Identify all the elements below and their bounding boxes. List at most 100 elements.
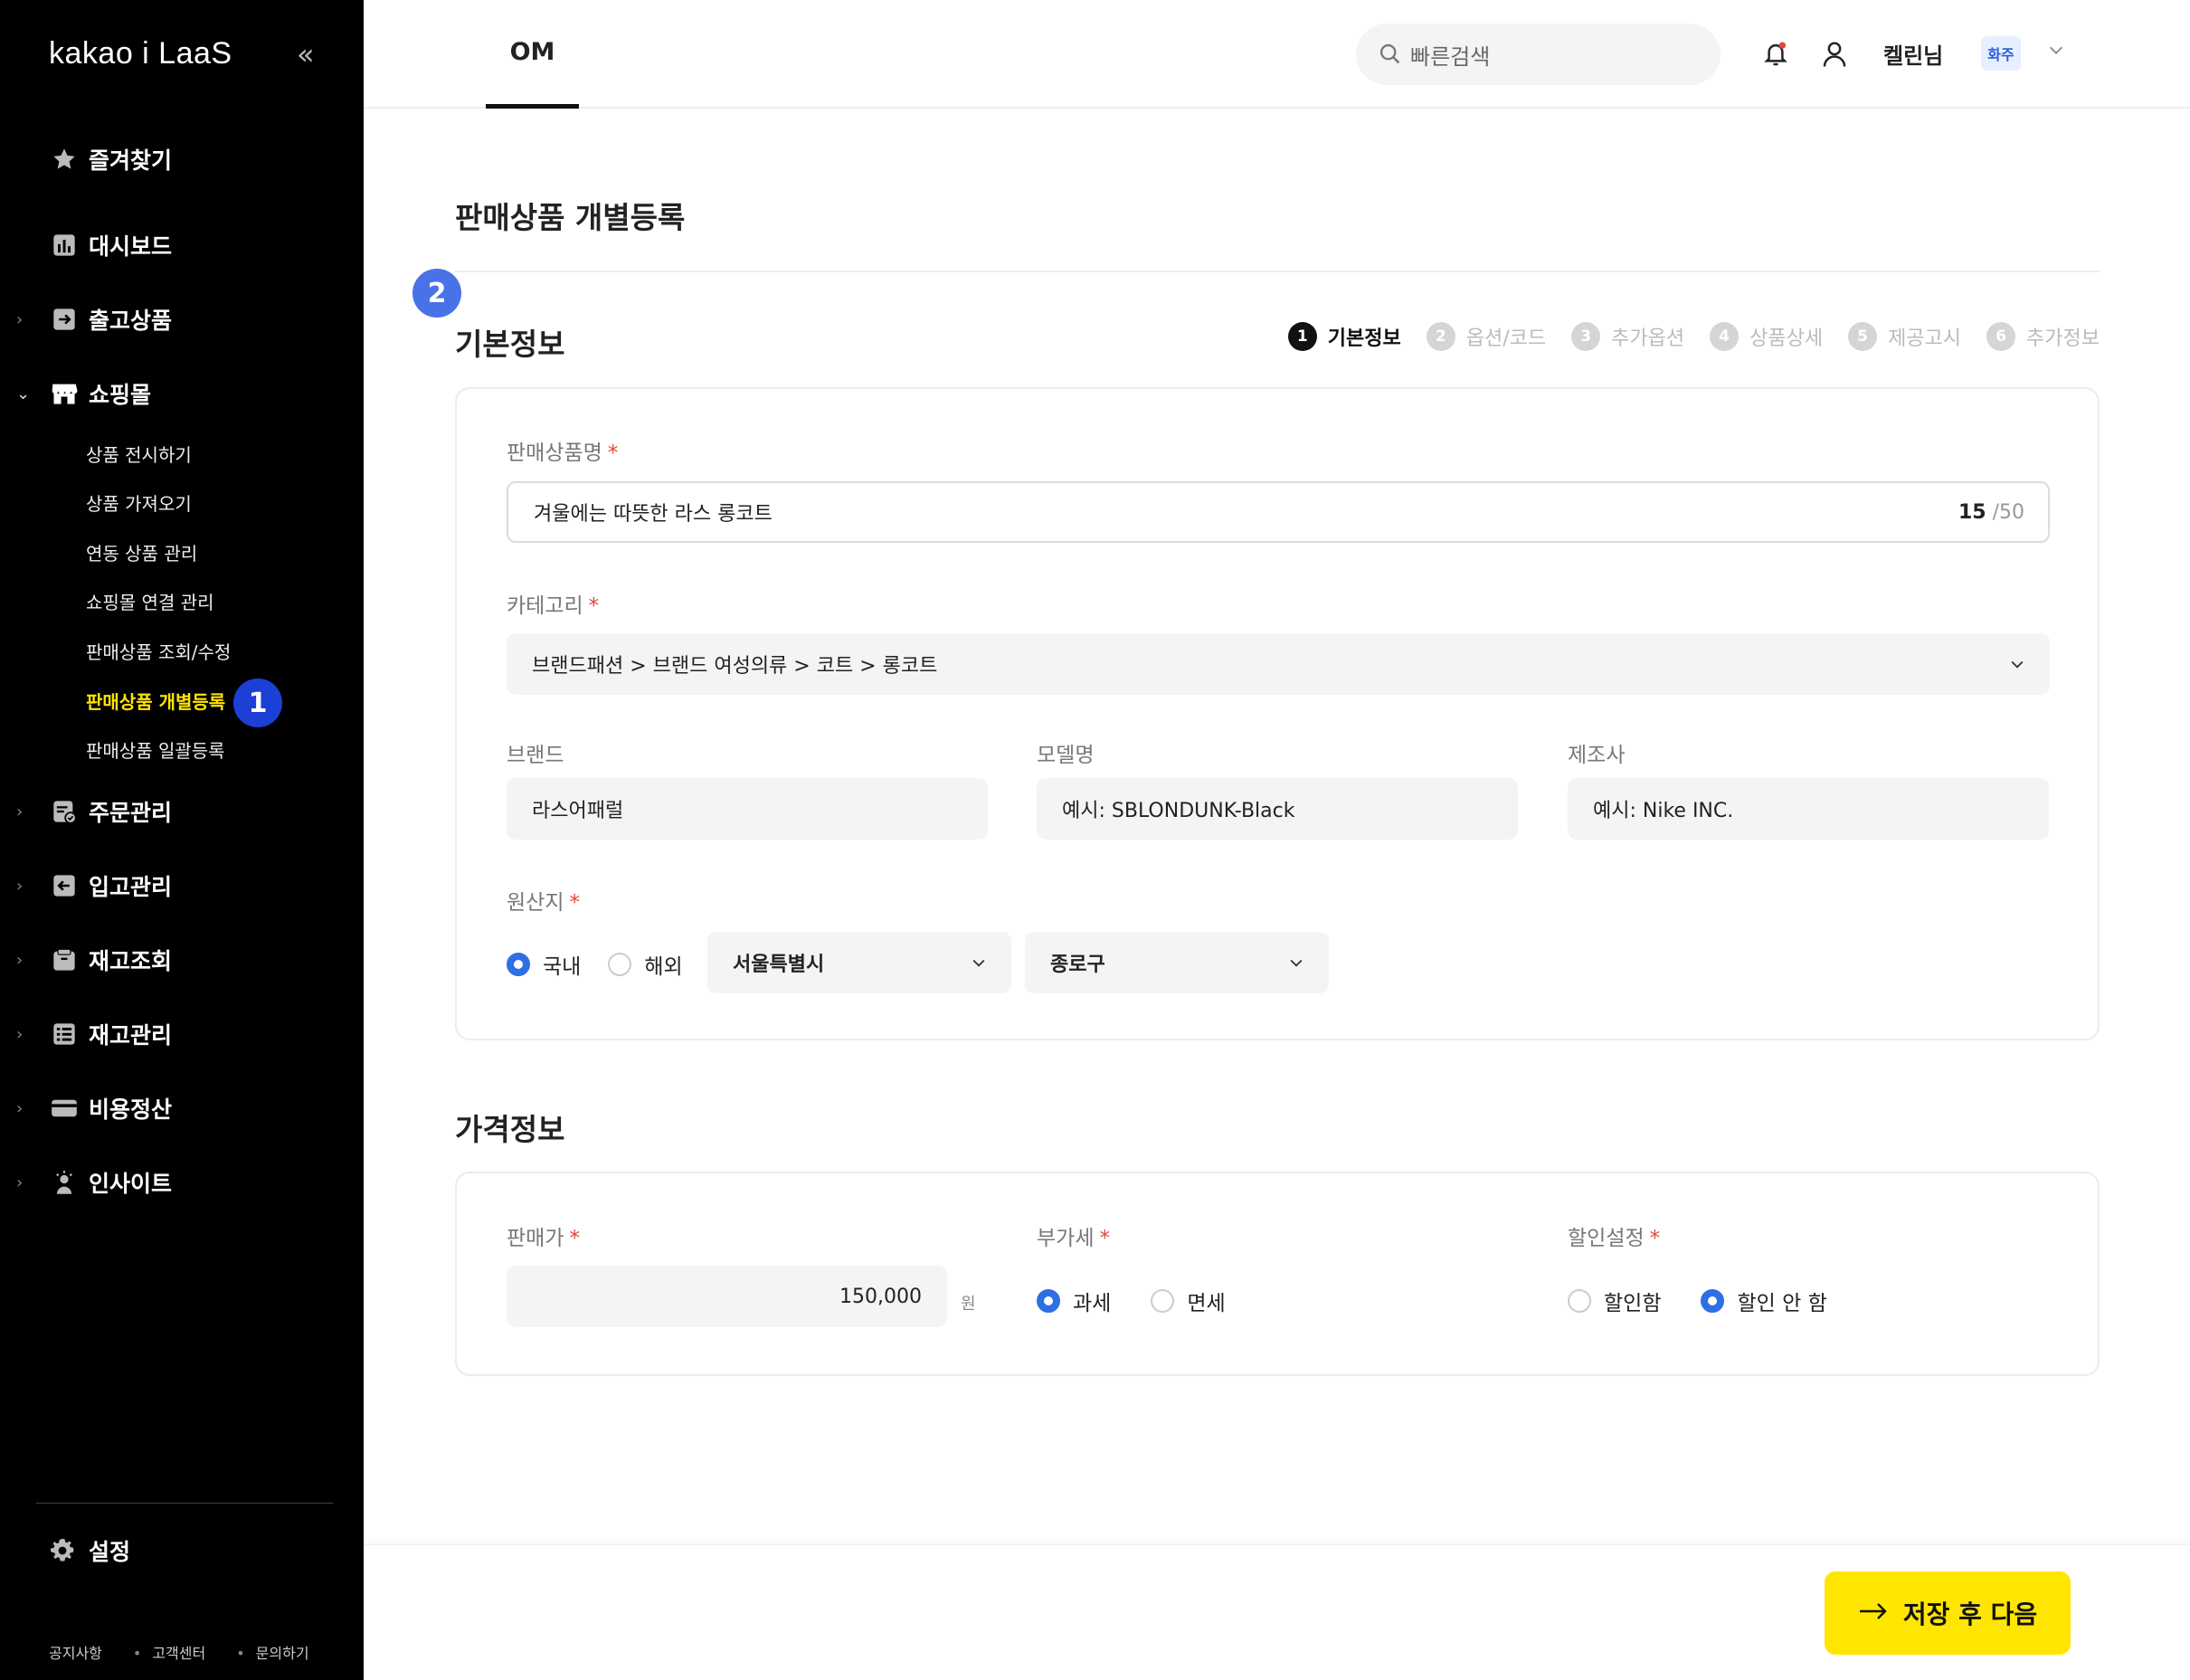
order-icon <box>51 798 78 825</box>
sidebar-item-billing[interactable]: › 비용정산 <box>0 1083 364 1134</box>
discount-radio-group: 할인함 할인 안 함 <box>1568 1286 1827 1316</box>
save-next-button[interactable]: 저장 후 다음 <box>1825 1571 2071 1655</box>
chevron-down-icon <box>2008 655 2026 679</box>
sidebar-item-outbound[interactable]: › 출고상품 <box>0 294 364 345</box>
sub-item-bulk-register[interactable]: 판매상품 일괄등록 <box>86 736 225 766</box>
origin-city-value: 서울특별시 <box>733 954 825 976</box>
step-number: 5 <box>1848 322 1878 351</box>
sub-item-single-register[interactable]: 판매상품 개별등록 <box>86 687 225 717</box>
origin-city-select[interactable]: 서울특별시 <box>707 932 1011 993</box>
inbound-icon <box>51 872 78 899</box>
model-label: 모델명 <box>1037 744 1095 767</box>
char-max: /50 <box>1992 500 2024 524</box>
price-unit: 원 <box>961 1295 976 1314</box>
step-label: 추가옵션 <box>1611 327 1685 350</box>
step-number: 6 <box>1986 322 2016 351</box>
step-additional-info[interactable]: 6 추가정보 <box>1986 322 2100 351</box>
step-number: 4 <box>1710 322 1740 351</box>
sub-item-import[interactable]: 상품 가져오기 <box>86 489 192 519</box>
vat-taxable-radio[interactable]: 과세 <box>1037 1286 1111 1316</box>
vat-radio-group: 과세 면세 <box>1037 1286 1226 1316</box>
maker-input[interactable]: 예시: Nike INC. <box>1568 778 2049 840</box>
chevron-right-icon: › <box>16 309 24 329</box>
save-next-label: 저장 후 다음 <box>1902 1599 2038 1629</box>
page-title: 판매상품 개별등록 <box>455 200 686 235</box>
sidebar-item-insight[interactable]: › 인사이트 <box>0 1157 364 1208</box>
model-input[interactable]: 예시: SBLONDUNK-Black <box>1037 778 1518 840</box>
sidebar-item-favorites[interactable]: 즐겨찾기 <box>0 134 364 185</box>
vat-exempt-radio[interactable]: 면세 <box>1151 1286 1226 1316</box>
step-option-code[interactable]: 2 옵션/코드 <box>1426 322 1547 351</box>
sidebar-item-label: 대시보드 <box>89 233 173 260</box>
footer-link-support[interactable]: 고객센터 <box>133 1641 205 1663</box>
discount-off-radio[interactable]: 할인 안 함 <box>1701 1286 1827 1316</box>
product-name-value: 겨울에는 따뜻한 라스 롱코트 <box>534 503 773 526</box>
sub-item-mall-connect[interactable]: 쇼핑몰 연결 관리 <box>86 587 214 618</box>
sidebar-item-label: 설정 <box>89 1539 131 1565</box>
section-title-price: 가격정보 <box>455 1112 565 1147</box>
sub-item-linked[interactable]: 연동 상품 관리 <box>86 538 197 569</box>
step-disclosure[interactable]: 5 제공고시 <box>1848 322 1961 351</box>
logo[interactable]: kakao i LaaS <box>49 36 232 71</box>
inventory-list-icon <box>51 1020 78 1048</box>
price-input[interactable]: 150,000 <box>507 1266 947 1327</box>
step-product-detail[interactable]: 4 상품상세 <box>1710 322 1823 351</box>
section-title-basic: 기본정보 <box>455 327 565 362</box>
sidebar-item-settings[interactable]: 설정 <box>0 1525 364 1576</box>
footer-link-notice[interactable]: 공지사항 <box>49 1641 102 1663</box>
footer-link-inquiry[interactable]: 문의하기 <box>236 1641 309 1663</box>
sidebar-item-label: 주문관리 <box>89 800 173 826</box>
brand-input[interactable]: 라스어패럴 <box>507 778 988 840</box>
insight-icon <box>51 1169 78 1196</box>
chevron-down-icon[interactable] <box>2046 40 2066 63</box>
radio-dot <box>1037 1289 1060 1313</box>
step-number: 3 <box>1571 322 1601 351</box>
chevron-right-icon: › <box>16 802 24 821</box>
origin-radio-group: 국내 해외 <box>507 949 683 980</box>
sub-item-search-edit[interactable]: 판매상품 조회/수정 <box>86 637 231 668</box>
bell-icon[interactable] <box>1762 40 1789 72</box>
discount-on-radio[interactable]: 할인함 <box>1568 1286 1661 1316</box>
chevron-down-icon <box>1287 954 1305 977</box>
user-icon[interactable] <box>1821 40 1848 72</box>
required-mark: * <box>569 1227 580 1250</box>
username[interactable]: 켈린님 <box>1883 38 1943 70</box>
double-chevron-left-icon[interactable]: « <box>297 40 315 69</box>
model-placeholder: 예시: SBLONDUNK-Black <box>1062 800 1295 822</box>
required-mark: * <box>569 891 580 915</box>
role-badge: 화주 <box>1981 36 2021 71</box>
radio-label: 국내 <box>543 955 582 979</box>
origin-district-select[interactable]: 종로구 <box>1025 932 1329 993</box>
tab-om[interactable]: OM <box>486 0 579 109</box>
sub-item-display[interactable]: 상품 전시하기 <box>86 440 192 470</box>
sidebar-item-inventory-search[interactable]: › 재고조회 <box>0 935 364 985</box>
origin-overseas-radio[interactable]: 해외 <box>608 949 683 980</box>
sidebar-item-orders[interactable]: › 주문관리 <box>0 786 364 837</box>
sidebar-item-inventory[interactable]: › 재고관리 <box>0 1009 364 1059</box>
outbound-icon <box>51 306 78 333</box>
char-count: 15 <box>1958 500 1986 524</box>
category-select[interactable]: 브랜드패션 > 브랜드 여성의류 > 코트 > 롱코트 <box>507 633 2050 695</box>
step-extra-option[interactable]: 3 추가옵션 <box>1571 322 1684 351</box>
search-input[interactable]: 빠른검색 <box>1356 24 1721 85</box>
radio-dot <box>507 953 530 976</box>
step-label: 상품상세 <box>1749 327 1824 350</box>
step-label: 옵션/코드 <box>1465 327 1547 350</box>
sidebar-item-label: 즐겨찾기 <box>89 147 173 174</box>
sidebar-item-inbound[interactable]: › 입고관리 <box>0 860 364 911</box>
chevron-right-icon: › <box>16 1172 24 1192</box>
origin-domestic-radio[interactable]: 국내 <box>507 949 581 980</box>
step-basic-info[interactable]: 1 기본정보 <box>1287 322 1401 351</box>
product-name-input[interactable]: 겨울에는 따뜻한 라스 롱코트 15 /50 <box>507 481 2050 543</box>
maker-placeholder: 예시: Nike INC. <box>1593 800 1734 822</box>
label-text: 원산지 <box>507 891 564 915</box>
search-icon <box>1378 42 1403 72</box>
origin-district-value: 종로구 <box>1050 954 1105 976</box>
sidebar-item-dashboard[interactable]: 대시보드 <box>0 220 364 271</box>
chevron-right-icon: › <box>16 1024 24 1044</box>
basic-info-card: 판매상품명 * 겨울에는 따뜻한 라스 롱코트 15 /50 카테고리 * 브랜드패… <box>455 387 2100 1040</box>
required-mark: * <box>1649 1227 1661 1250</box>
sidebar-item-shoppingmall[interactable]: ⌄ 쇼핑몰 <box>0 368 364 419</box>
step-label: 기본정보 <box>1327 327 1401 350</box>
chevron-right-icon: › <box>16 876 24 896</box>
